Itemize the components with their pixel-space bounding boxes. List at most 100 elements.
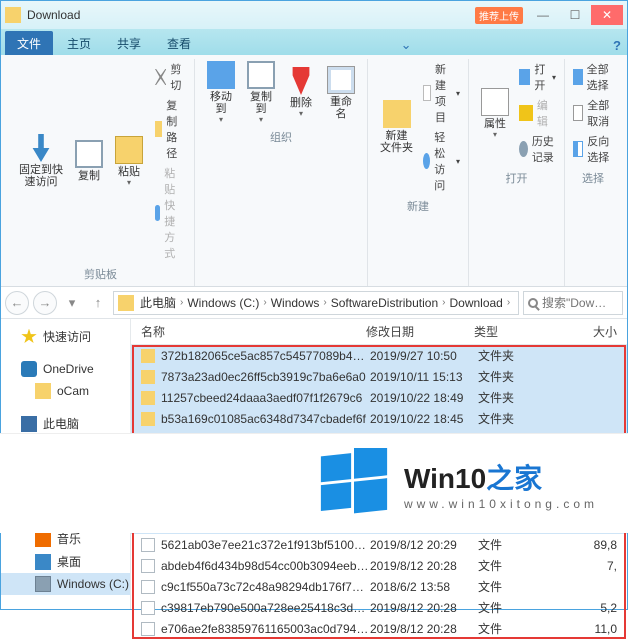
sidebar-network[interactable]: 网络 [1,605,130,609]
tab-share[interactable]: 共享 [105,31,153,55]
path-icon [155,121,162,137]
file-date: 2019/10/11 15:13 [370,370,478,384]
copyto-button[interactable]: 复制到▾ [241,59,281,126]
file-size: 5,2 [528,601,627,615]
file-row[interactable]: 11257cbeed24daaa3aedf07f1f2679c62019/10/… [131,387,627,408]
collapse-ribbon-button[interactable]: ⌄ [395,35,418,55]
cut-button[interactable]: 剪切 [153,60,188,94]
back-button[interactable]: ← [5,291,29,315]
copy-icon [75,140,103,168]
tab-view[interactable]: 查看 [155,31,203,55]
sidebar-desktop[interactable]: 桌面 [1,550,130,573]
paste-button[interactable]: 粘贴 ▾ [109,134,149,189]
invert-icon [573,141,583,157]
col-date[interactable]: 修改日期 [366,323,474,340]
file-date: 2019/10/22 18:49 [370,391,478,405]
open-icon [519,69,530,85]
folder-icon [118,295,134,311]
col-type[interactable]: 类型 [474,323,524,340]
file-name: e706ae2fe83859761165003ac0d794736ea… [161,622,370,636]
minimize-button[interactable]: — [527,5,559,25]
newfolder-icon [383,100,411,128]
history-icon [519,141,528,157]
tab-file[interactable]: 文件 [5,31,53,55]
sidebar-onedrive[interactable]: OneDrive [1,358,130,380]
file-icon [141,538,155,552]
file-type: 文件夹 [478,410,528,427]
delete-button[interactable]: 删除▾ [281,65,321,120]
pc-icon [21,416,37,432]
folder-icon [35,383,51,399]
easyaccess-button[interactable]: 轻松访问▾ [421,128,462,194]
properties-button[interactable]: 属性▾ [475,86,515,141]
selectall-icon [573,69,583,85]
titlebar[interactable]: Download 推荐上传 — ☐ ✕ [1,1,627,29]
paste-shortcut-button[interactable]: 粘贴快捷方式 [153,164,188,262]
folder-icon [141,391,155,405]
open-button[interactable]: 打开▾ [517,60,558,94]
invert-button[interactable]: 反向选择 [571,132,615,166]
selectnone-button[interactable]: 全部取消 [571,96,615,130]
column-headers[interactable]: 名称 修改日期 类型 大小 [131,319,627,345]
watermark-brand: Win10之家 [404,457,598,497]
properties-icon [481,88,509,116]
file-date: 2019/8/12 20:29 [370,538,478,552]
col-size[interactable]: 大小 [524,323,627,340]
newfolder-button[interactable]: 新建 文件夹 [374,98,419,156]
moveto-button[interactable]: 移动到▾ [201,59,241,126]
file-date: 2018/6/2 13:58 [370,580,478,594]
file-row[interactable]: 372b182065ce5ac857c54577089b4b222019/9/2… [131,345,627,366]
folder-icon [141,370,155,384]
sidebar-cdrive[interactable]: Windows (C:) [1,573,130,595]
help-button[interactable]: ? [607,36,627,55]
sidebar-thispc[interactable]: 此电脑 [1,412,130,435]
copy-path-button[interactable]: 复制路径 [153,96,188,162]
file-row[interactable]: c9c1f550a73c72c48a98294db176f702ddb…2018… [131,576,627,597]
refresh-button[interactable]: ⟳ [514,296,519,310]
recent-button[interactable]: ▾ [61,291,83,315]
edit-button[interactable]: 编辑 [517,96,558,130]
windows-logo-icon [318,448,390,520]
pin-icon [27,134,55,162]
col-name[interactable]: 名称 [141,323,366,340]
breadcrumb[interactable]: 此电脑› Windows (C:)› Windows› SoftwareDist… [113,291,519,315]
selectnone-icon [573,105,583,121]
copy-button[interactable]: 复制 [69,138,109,184]
maximize-button[interactable]: ☐ [559,5,591,25]
file-size: 11,0 [528,622,627,636]
network-icon [21,609,37,610]
history-button[interactable]: 历史记录 [517,132,558,166]
ribbon: 固定到快 速访问 复制 粘贴 ▾ 剪切 复制路径 粘贴快捷方式 剪贴板 [1,55,627,287]
sidebar-ocam[interactable]: oCam [1,380,130,402]
file-date: 2019/8/12 20:28 [370,601,478,615]
up-button[interactable]: ↑ [87,291,109,315]
file-row[interactable]: abdeb4f6d434b98d54cc00b3094eeb9eed…2019/… [131,555,627,576]
selectall-button[interactable]: 全部选择 [571,60,615,94]
forward-button[interactable]: → [33,291,57,315]
folder-icon [5,7,21,23]
file-row[interactable]: 7873a23ad0ec26ff5cb3919c7ba6e6a02019/10/… [131,366,627,387]
file-type: 文件 [478,536,528,553]
upload-badge[interactable]: 推荐上传 [475,7,523,24]
file-row[interactable]: b53a169c01085ac6348d7347cbadef6f2019/10/… [131,408,627,429]
file-name: c39817eb790e500a728ee25418c3d3c0737… [161,601,370,615]
rename-button[interactable]: 重命名 [321,64,361,122]
file-date: 2019/9/27 10:50 [370,349,478,363]
newitem-button[interactable]: 新建项目▾ [421,60,462,126]
search-icon [528,298,538,308]
folder-icon [141,349,155,363]
file-date: 2019/10/22 18:45 [370,412,478,426]
ribbon-group-clipboard: 剪贴板 [13,263,188,284]
search-input[interactable] [542,296,612,310]
address-bar: ← → ▾ ↑ 此电脑› Windows (C:)› Windows› Soft… [1,287,627,319]
tab-home[interactable]: 主页 [55,31,103,55]
sidebar-quickaccess[interactable]: 快速访问 [1,325,130,348]
file-row[interactable]: c39817eb790e500a728ee25418c3d3c0737…2019… [131,597,627,618]
file-row[interactable]: e706ae2fe83859761165003ac0d794736ea…2019… [131,618,627,639]
file-type: 文件 [478,620,528,637]
pin-quick-button[interactable]: 固定到快 速访问 [13,132,69,190]
copyto-icon [247,61,275,89]
search-box[interactable] [523,291,623,315]
file-row[interactable]: 5621ab03e7ee21c372e1f913bf5100837d6…2019… [131,534,627,555]
close-button[interactable]: ✕ [591,5,623,25]
